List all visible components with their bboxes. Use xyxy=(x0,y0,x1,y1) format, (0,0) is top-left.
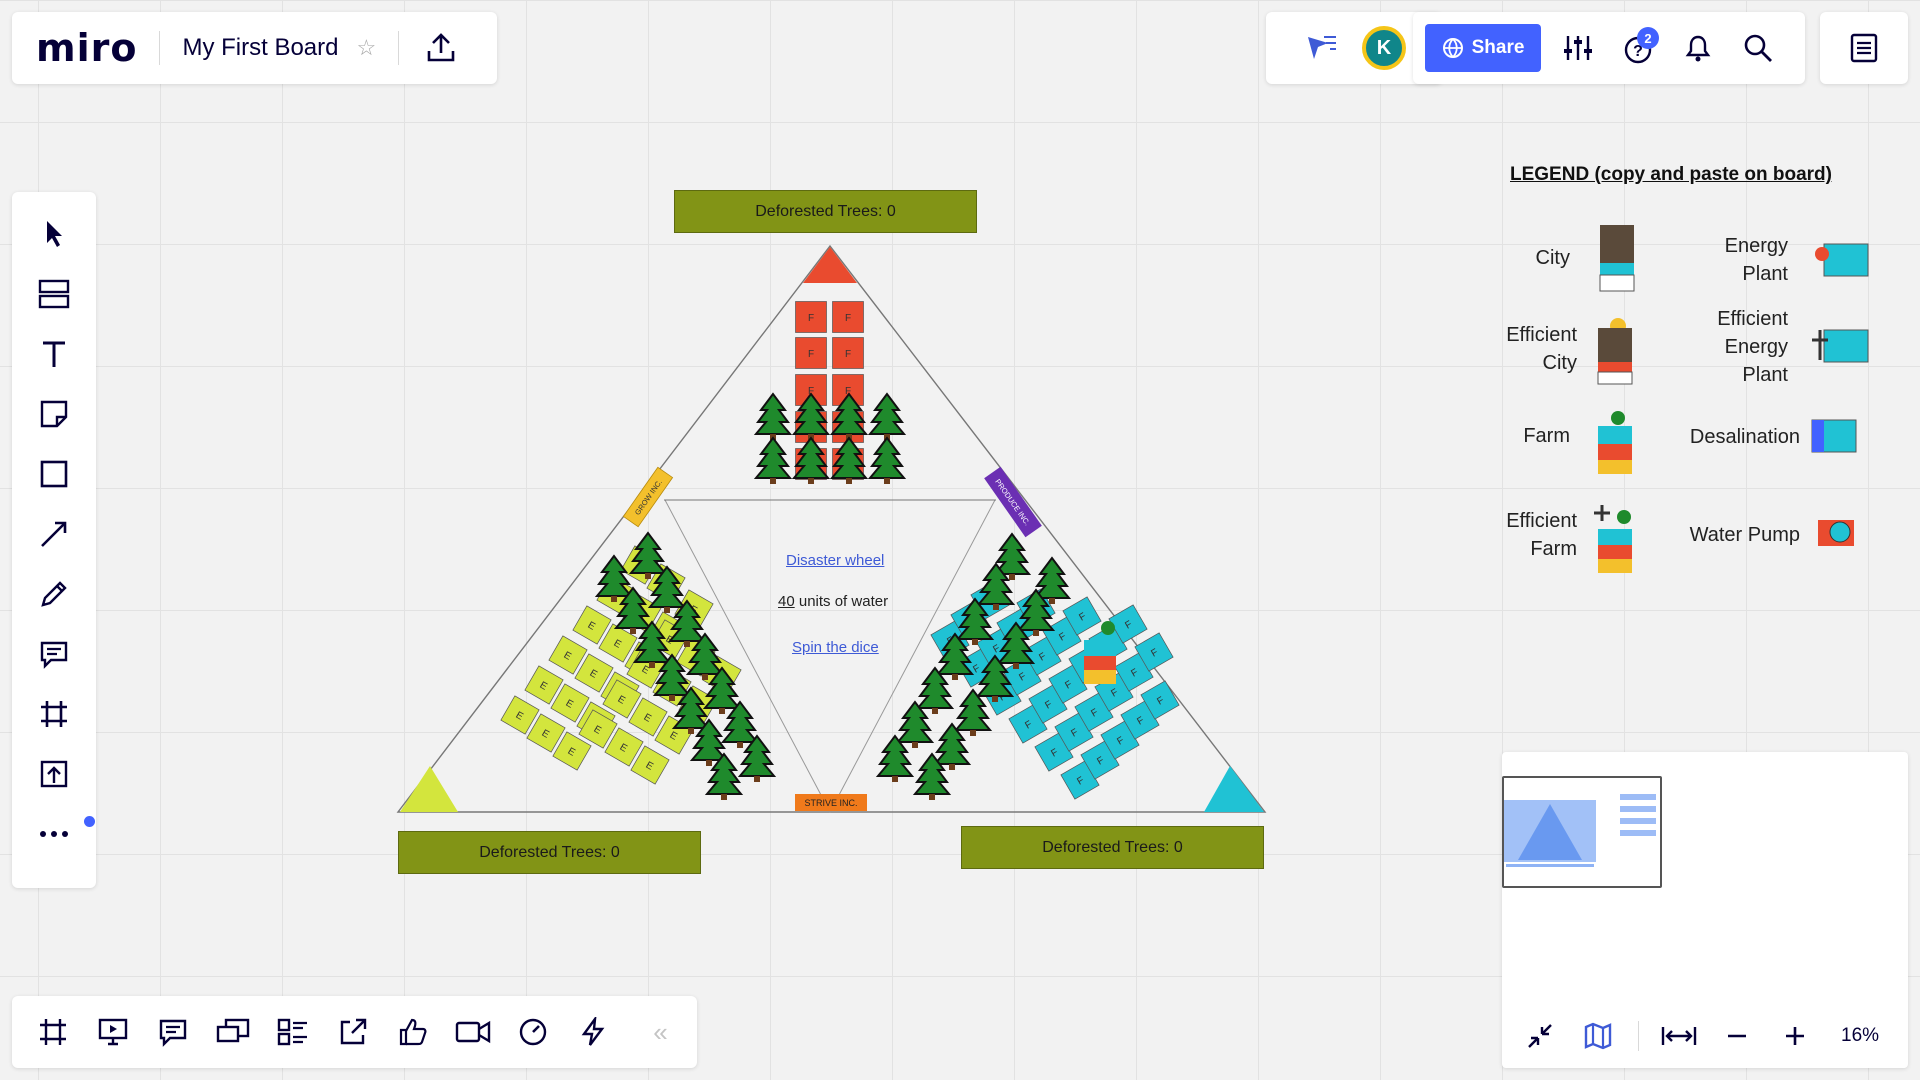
star-icon[interactable]: ☆ xyxy=(357,35,377,61)
deforested-top-box[interactable]: Deforested Trees: 0 xyxy=(674,190,977,233)
legend-label-farm: Farm xyxy=(1523,425,1570,447)
red-farm-cell: F xyxy=(832,301,864,333)
more-tools-icon[interactable] xyxy=(26,806,82,862)
deforested-right-box[interactable]: Deforested Trees: 0 xyxy=(961,826,1264,869)
collapse-toolbar-icon[interactable]: « xyxy=(638,1010,683,1055)
timer-icon[interactable] xyxy=(510,1010,555,1055)
header-divider xyxy=(159,31,161,65)
screen-share-icon[interactable] xyxy=(210,1010,255,1055)
produce-inc-label: PRODUCE INC. xyxy=(984,466,1042,538)
kanban-list-icon[interactable] xyxy=(270,1010,315,1055)
water-amount: 40 xyxy=(778,593,795,610)
shape-tool-icon[interactable] xyxy=(26,446,82,502)
water-units-text: 40 units of water xyxy=(778,593,888,610)
water-label: units of water xyxy=(798,593,889,610)
tree-icon xyxy=(791,436,831,484)
miro-logo[interactable]: miro xyxy=(36,26,137,70)
red-farm-cell: F xyxy=(832,337,864,369)
connection-line-icon[interactable] xyxy=(26,506,82,562)
pen-icon[interactable] xyxy=(26,566,82,622)
share-toolbar: Share ? 2 xyxy=(1413,12,1805,84)
bell-icon[interactable] xyxy=(1675,25,1721,71)
zoom-out-icon[interactable] xyxy=(1719,1018,1755,1054)
tree-icon xyxy=(867,436,907,484)
fit-to-screen-icon[interactable] xyxy=(1661,1018,1697,1054)
share-label: Share xyxy=(1471,37,1525,58)
search-icon[interactable] xyxy=(1735,25,1781,71)
notes-list-icon[interactable] xyxy=(1844,28,1884,68)
deforested-left-box[interactable]: Deforested Trees: 0 xyxy=(398,831,701,874)
video-call-icon[interactable] xyxy=(450,1010,495,1055)
zoom-divider xyxy=(1638,1021,1639,1051)
minimap-viewport[interactable] xyxy=(1502,776,1662,888)
grow-inc-label: GROW INC. xyxy=(622,466,674,528)
zoom-level[interactable]: 16% xyxy=(1841,1025,1879,1047)
tree-icon xyxy=(867,392,907,440)
notes-panel xyxy=(1820,12,1908,84)
tree-icon xyxy=(829,436,869,484)
help-icon[interactable]: ? 2 xyxy=(1615,25,1661,71)
strive-inc-label: STRIVE INC. xyxy=(795,794,867,811)
legend-label-efficient-farm: Efficient Farm xyxy=(1506,510,1577,560)
upload-icon[interactable] xyxy=(421,28,461,68)
tree-icon xyxy=(628,531,668,579)
top-corner-triangle xyxy=(803,247,857,283)
legend-label-efficient-energy-plant: Efficient Energy Plant xyxy=(1717,308,1788,386)
disaster-wheel-link[interactable]: Disaster wheel xyxy=(786,552,884,569)
creation-toolbar xyxy=(12,192,96,888)
zoom-controls: 16% xyxy=(1522,1018,1879,1054)
templates-icon[interactable] xyxy=(26,266,82,322)
board-header: miro My First Board ☆ xyxy=(12,12,497,84)
left-corner-triangle xyxy=(400,766,458,812)
board-title[interactable]: My First Board xyxy=(182,34,338,62)
svg-text:F: F xyxy=(845,349,851,360)
tree-icon xyxy=(753,392,793,440)
frame-icon[interactable] xyxy=(26,686,82,742)
external-link-icon[interactable] xyxy=(330,1010,375,1055)
legend-label-efficient-city: Efficient City xyxy=(1506,324,1577,374)
svg-text:F: F xyxy=(808,349,814,360)
tree-icon xyxy=(753,436,793,484)
text-tool-icon[interactable] xyxy=(26,326,82,382)
settings-sliders-icon[interactable] xyxy=(1555,25,1601,71)
globe-icon xyxy=(1442,38,1463,58)
collaboration-toolbar: « xyxy=(12,996,697,1068)
right-corner-triangle xyxy=(1204,766,1264,812)
legend-label-water-pump: Water Pump xyxy=(1689,524,1800,546)
sticky-note-icon[interactable] xyxy=(26,386,82,442)
upload-tool-icon[interactable] xyxy=(26,746,82,802)
legend-label-desalination: Desalination xyxy=(1689,426,1800,448)
share-button[interactable]: Share xyxy=(1425,24,1541,72)
new-feature-dot xyxy=(84,816,95,827)
red-farm-cell: F xyxy=(795,301,827,333)
user-avatar[interactable]: K xyxy=(1362,26,1406,70)
red-farm-cell: F xyxy=(795,337,827,369)
header-divider xyxy=(398,31,400,65)
minimize-icon[interactable] xyxy=(1522,1018,1558,1054)
svg-text:STRIVE INC.: STRIVE INC. xyxy=(804,798,857,808)
lightning-apps-icon[interactable] xyxy=(570,1010,615,1055)
map-icon[interactable] xyxy=(1580,1018,1616,1054)
svg-text:F: F xyxy=(808,313,814,324)
spin-dice-link[interactable]: Spin the dice xyxy=(792,639,879,656)
comment-icon[interactable] xyxy=(26,626,82,682)
voting-thumbs-up-icon[interactable] xyxy=(390,1010,435,1055)
presentation-icon[interactable] xyxy=(90,1010,135,1055)
minimap-panel: 16% xyxy=(1502,752,1908,1068)
comments-icon[interactable] xyxy=(150,1010,195,1055)
zoom-in-icon[interactable] xyxy=(1777,1018,1813,1054)
select-cursor-icon[interactable] xyxy=(26,206,82,262)
reactions-cursor-icon[interactable] xyxy=(1302,28,1342,68)
farm-icon-on-board xyxy=(1084,621,1116,684)
frames-panel-icon[interactable] xyxy=(30,1010,75,1055)
legend-label-city: City xyxy=(1535,247,1570,269)
legend-label-energy-plant: Energy Plant xyxy=(1724,235,1788,285)
legend-title: LEGEND (copy and paste on board) xyxy=(1510,164,1832,185)
svg-text:F: F xyxy=(845,313,851,324)
help-badge: 2 xyxy=(1637,27,1659,49)
